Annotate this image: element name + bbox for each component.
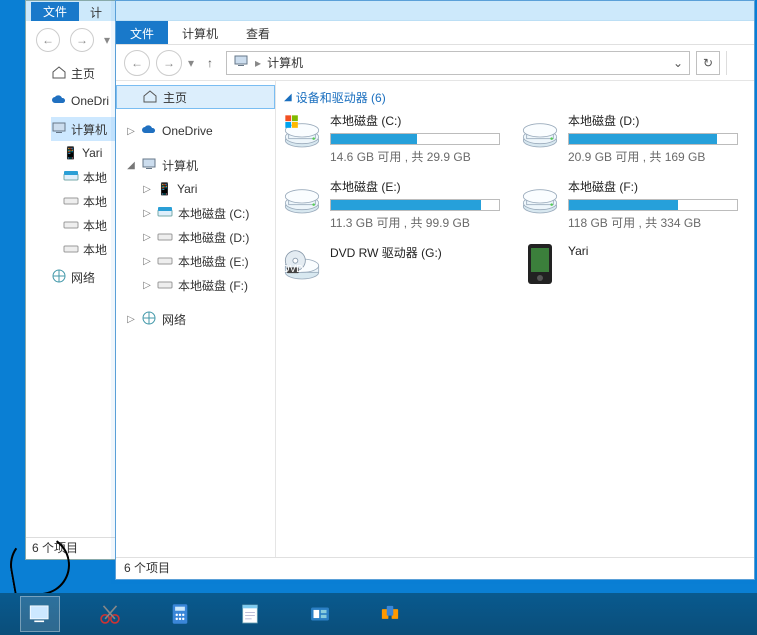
refresh-button[interactable]: ↻ [696, 51, 720, 75]
drive-item-1[interactable]: 本地磁盘 (D:) 20.9 GB 可用 , 共 169 GB [520, 112, 748, 168]
taskbar-app-1[interactable] [300, 596, 340, 632]
nav-home[interactable]: 主页 [116, 85, 275, 109]
nav-computer[interactable]: ◢计算机 [116, 153, 275, 177]
usage-bar [568, 199, 738, 211]
drive-item-5[interactable]: Yari [520, 244, 748, 300]
nav-disk-c[interactable]: ▷本地磁盘 (C:) [116, 201, 275, 225]
front-titlebar[interactable] [116, 1, 754, 21]
back-nav-row: ← → ▾ [26, 23, 110, 57]
nav-toolbar: ← → ▾ ↑ ▸ 计算机 ⌄ ↻ [116, 45, 754, 81]
home-icon [142, 88, 158, 107]
network-icon [51, 268, 67, 287]
hdd-icon [520, 178, 560, 218]
drive-name: 本地磁盘 (F:) [568, 178, 748, 195]
drive-icon [157, 206, 173, 221]
group-header-devices[interactable]: ◢设备和驱动器 (6) [282, 85, 748, 112]
back-nav-dropdown[interactable]: ▾ [104, 33, 110, 47]
network-icon [141, 310, 157, 329]
ribbon-tab-file[interactable]: 文件 [116, 21, 168, 44]
ribbon-tab-view[interactable]: 查看 [232, 21, 284, 44]
hdd-icon [520, 112, 560, 152]
onedrive-icon [141, 122, 157, 141]
hdd-icon [282, 112, 322, 152]
ribbon-tab-computer[interactable]: 计算机 [168, 21, 232, 44]
dvd-icon: DVD [282, 244, 322, 284]
usage-bar [330, 199, 500, 211]
drive-icon [157, 254, 173, 269]
drive-name: DVD RW 驱动器 (G:) [330, 244, 510, 261]
svg-text:DVD: DVD [282, 264, 303, 275]
drive-icon [157, 230, 173, 245]
front-status-bar: 6 个项目 [116, 557, 754, 579]
drive-icon [63, 170, 79, 185]
onedrive-icon [51, 92, 67, 111]
drive-free-text: 11.3 GB 可用 , 共 99.9 GB [330, 214, 510, 231]
address-bar[interactable]: ▸ 计算机 ⌄ [226, 51, 690, 75]
breadcrumb-computer[interactable]: 计算机 [267, 54, 303, 71]
taskbar-calculator[interactable] [160, 596, 200, 632]
expand-icon[interactable]: ▷ [142, 208, 152, 219]
collapse-icon[interactable]: ◢ [284, 92, 292, 103]
ribbon-tabs: 文件 计算机 查看 [116, 21, 754, 45]
usage-bar [330, 133, 500, 145]
drive-name: Yari [568, 244, 748, 258]
drive-item-4[interactable]: DVD DVD RW 驱动器 (G:) [282, 244, 510, 300]
back-nav-forward[interactable]: → [70, 28, 94, 52]
nav-disk-e[interactable]: ▷本地磁盘 (E:) [116, 249, 275, 273]
expand-icon[interactable]: ▷ [142, 184, 152, 195]
drive-icon [63, 218, 79, 233]
expand-icon[interactable]: ▷ [126, 126, 136, 137]
computer-icon [233, 53, 249, 72]
nav-back-button[interactable]: ← [124, 50, 150, 76]
expand-icon[interactable]: ▷ [142, 280, 152, 291]
drive-icon [157, 278, 173, 293]
nav-network[interactable]: ▷网络 [116, 307, 275, 331]
nav-disk-d[interactable]: ▷本地磁盘 (D:) [116, 225, 275, 249]
expand-icon[interactable]: ▷ [142, 232, 152, 243]
drive-icon [63, 194, 79, 209]
nav-onedrive[interactable]: ▷OneDrive [116, 119, 275, 143]
collapse-icon[interactable]: ◢ [126, 160, 136, 171]
drive-item-3[interactable]: 本地磁盘 (F:) 118 GB 可用 , 共 334 GB [520, 178, 748, 234]
drive-free-text: 118 GB 可用 , 共 334 GB [568, 214, 748, 231]
nav-disk-f[interactable]: ▷本地磁盘 (F:) [116, 273, 275, 297]
navigation-pane: 主页 ▷OneDrive ◢计算机 ▷📱Yari ▷本地磁盘 (C:) ▷本地磁… [116, 81, 276, 557]
address-dropdown[interactable]: ⌄ [673, 56, 683, 70]
computer-icon [51, 120, 67, 139]
drive-free-text: 20.9 GB 可用 , 共 169 GB [568, 148, 748, 165]
home-icon [51, 64, 67, 83]
drive-icon [63, 242, 79, 257]
nav-yari[interactable]: ▷📱Yari [116, 177, 275, 201]
drive-name: 本地磁盘 (E:) [330, 178, 510, 195]
drive-item-0[interactable]: 本地磁盘 (C:) 14.6 GB 可用 , 共 29.9 GB [282, 112, 510, 168]
back-tab-partial[interactable]: 计 [90, 4, 102, 21]
nav-forward-button[interactable]: → [156, 50, 182, 76]
drive-item-2[interactable]: 本地磁盘 (E:) 11.3 GB 可用 , 共 99.9 GB [282, 178, 510, 234]
drive-free-text: 14.6 GB 可用 , 共 29.9 GB [330, 148, 510, 165]
expand-icon[interactable]: ▷ [126, 314, 136, 325]
search-box-edge[interactable] [726, 51, 746, 75]
explorer-window-front: 文件 计算机 查看 ← → ▾ ↑ ▸ 计算机 ⌄ ↻ 主页 ▷OneDrive… [115, 0, 755, 580]
taskbar-app-2[interactable] [370, 596, 410, 632]
back-nav-back[interactable]: ← [36, 28, 60, 52]
taskbar-snipping[interactable] [90, 596, 130, 632]
taskbar [0, 593, 757, 635]
phone-icon [520, 244, 560, 284]
hdd-icon [282, 178, 322, 218]
phone-icon: 📱 [63, 146, 78, 160]
drive-name: 本地磁盘 (C:) [330, 112, 510, 129]
phone-icon: 📱 [157, 182, 172, 196]
expand-icon[interactable]: ▷ [142, 256, 152, 267]
back-file-tab[interactable]: 文件 [31, 2, 79, 21]
taskbar-notepad[interactable] [230, 596, 270, 632]
content-pane: ◢设备和驱动器 (6) 本地磁盘 (C:) 14.6 GB 可用 , 共 29.9… [276, 81, 754, 557]
drive-name: 本地磁盘 (D:) [568, 112, 748, 129]
taskbar-explorer[interactable] [20, 596, 60, 632]
nav-history-dropdown[interactable]: ▾ [188, 56, 194, 70]
usage-bar [568, 133, 738, 145]
computer-icon [141, 156, 157, 175]
nav-up-button[interactable]: ↑ [200, 56, 220, 70]
